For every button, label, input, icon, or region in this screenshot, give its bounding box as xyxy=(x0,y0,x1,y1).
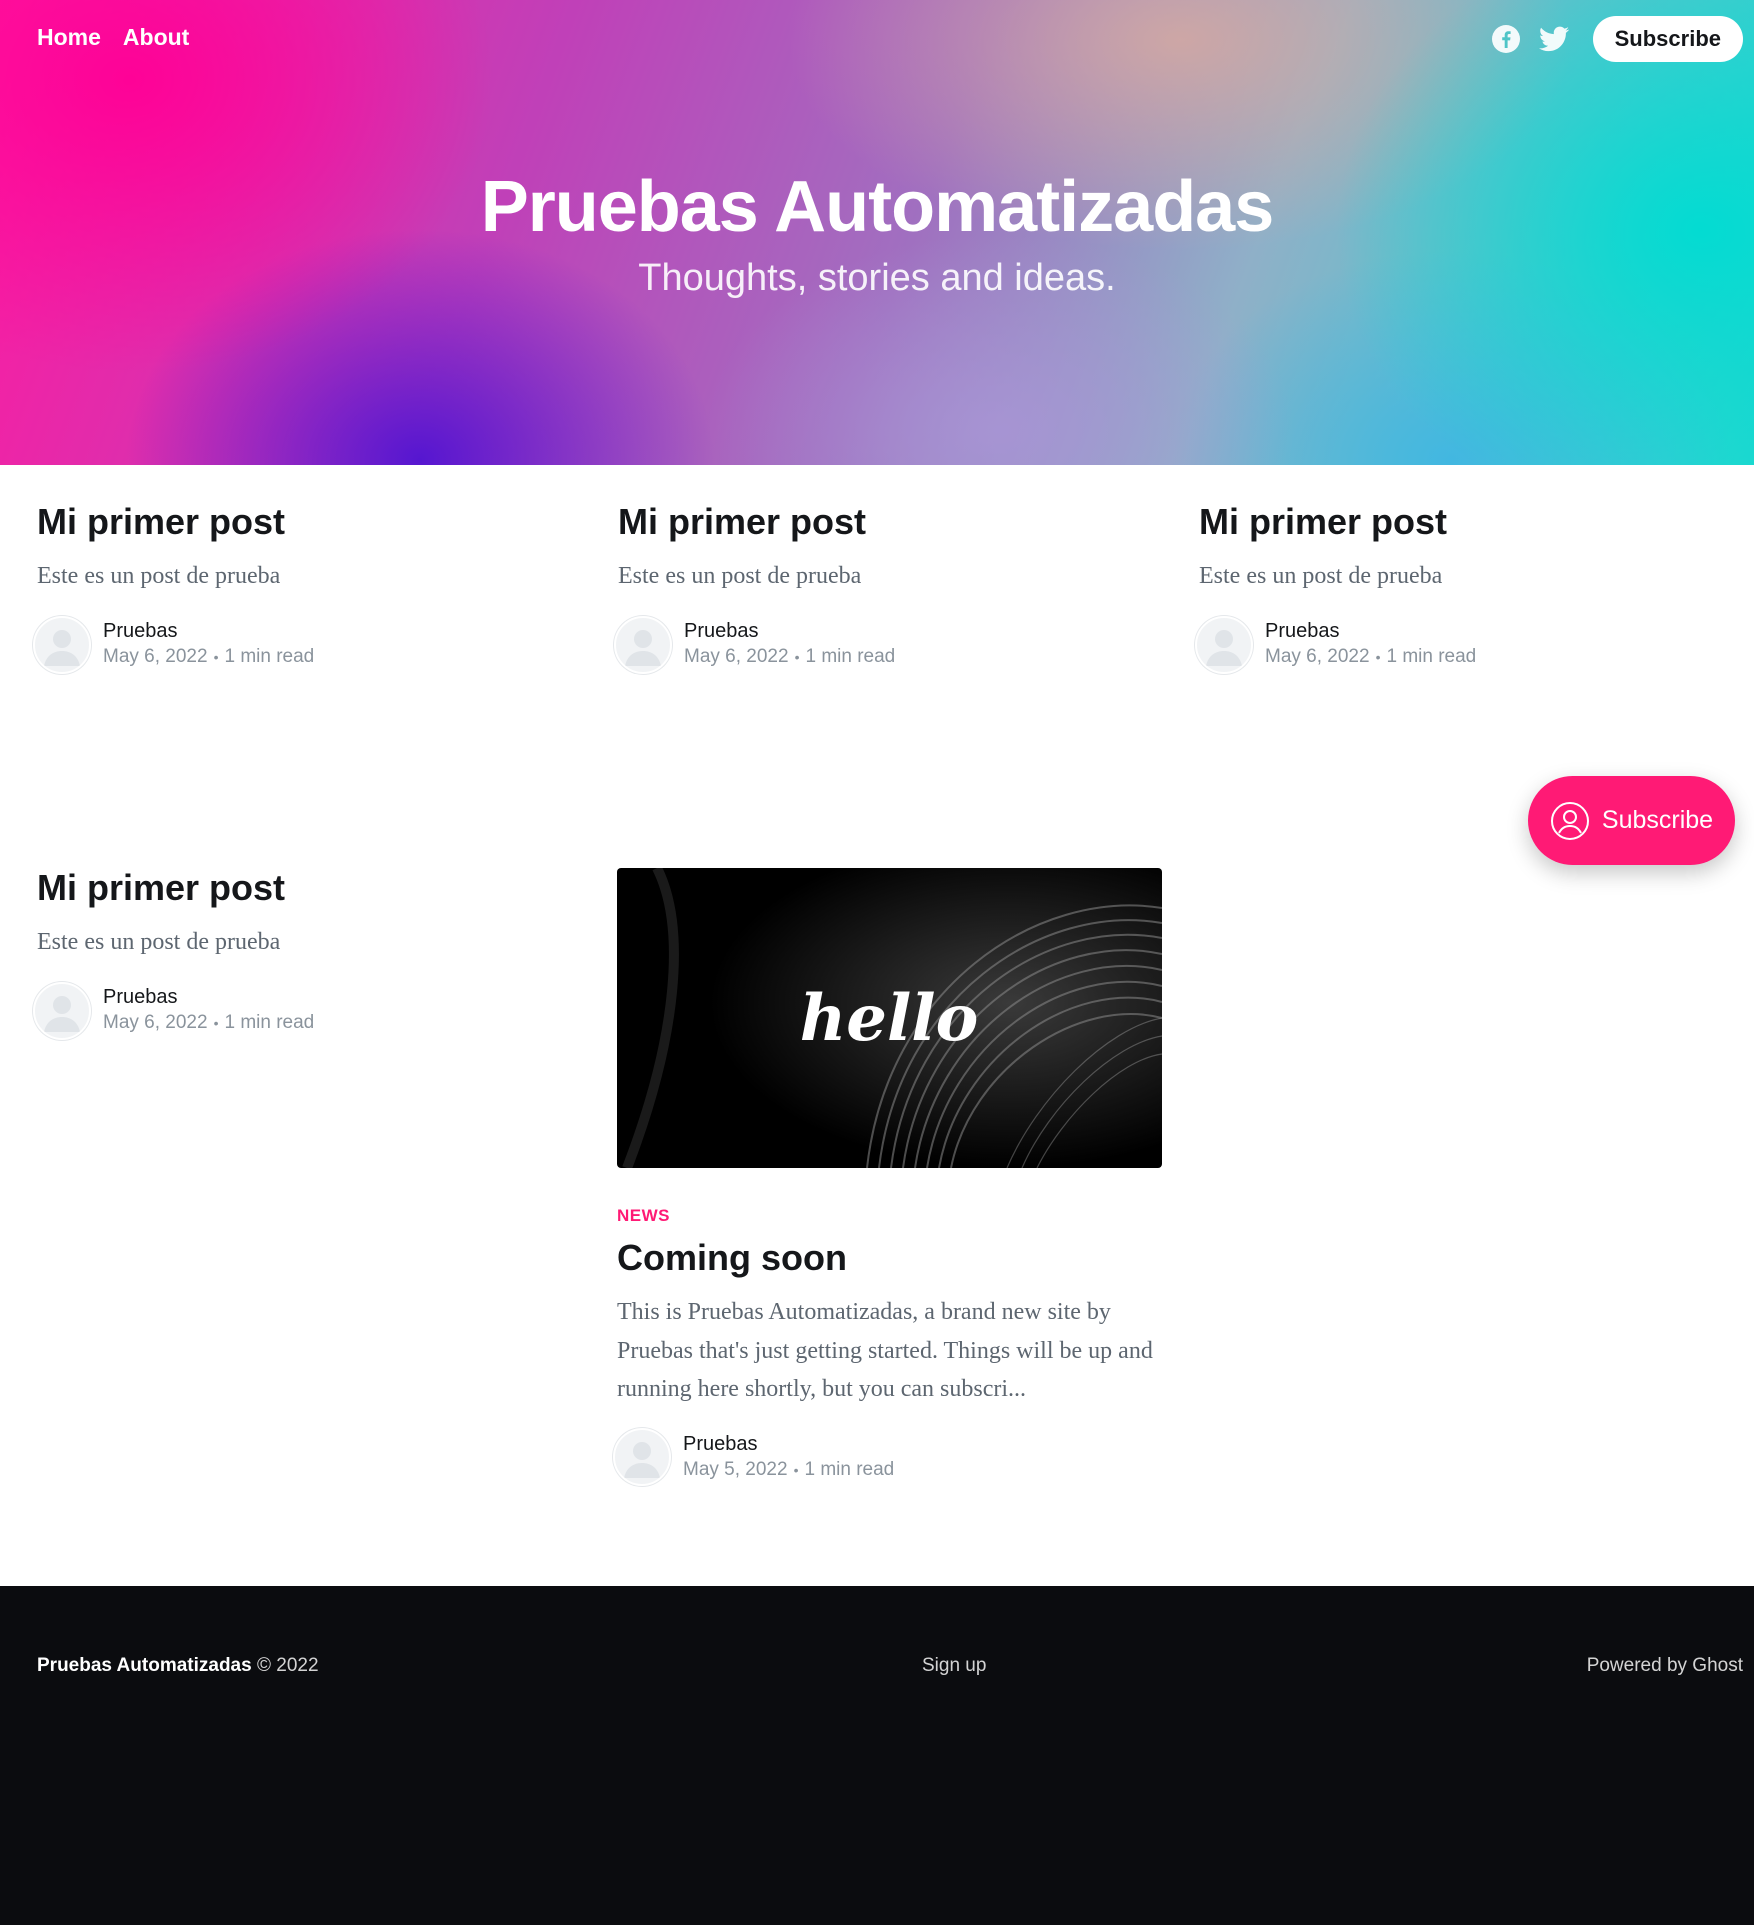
site-description: Thoughts, stories and ideas. xyxy=(638,257,1116,299)
post-date: May 6, 2022 xyxy=(103,1012,208,1034)
floating-subscribe-button[interactable]: Subscribe xyxy=(1528,776,1735,865)
post-meta: Pruebas May 6, 2022 • 1 min read xyxy=(1195,615,1744,674)
header-subscribe-button[interactable]: Subscribe xyxy=(1592,16,1743,62)
post-title[interactable]: Mi primer post xyxy=(37,866,582,909)
site-footer: Pruebas Automatizadas © 2022 Sign up Pow… xyxy=(0,1586,1754,1925)
site-title: Pruebas Automatizadas xyxy=(480,167,1275,247)
footer-site-link[interactable]: Pruebas Automatizadas xyxy=(37,1655,252,1676)
nav-home-link[interactable]: Home xyxy=(37,24,101,51)
author-name[interactable]: Pruebas xyxy=(103,984,314,1010)
separator-dot: • xyxy=(213,649,219,666)
separator-dot: • xyxy=(794,649,800,666)
separator-dot: • xyxy=(793,1462,799,1479)
reading-time: 1 min read xyxy=(224,1012,315,1034)
post-title[interactable]: Mi primer post xyxy=(618,500,1163,543)
separator-dot: • xyxy=(1375,649,1381,666)
nav-about-link[interactable]: About xyxy=(123,24,189,51)
post-date: May 6, 2022 xyxy=(684,646,789,668)
footer-signup-link[interactable]: Sign up xyxy=(922,1655,986,1677)
twitter-icon[interactable] xyxy=(1537,22,1571,56)
author-name[interactable]: Pruebas xyxy=(683,1431,894,1457)
author-avatar[interactable] xyxy=(1195,615,1253,674)
user-icon xyxy=(44,629,80,666)
facebook-icon[interactable] xyxy=(1489,22,1523,56)
reading-time: 1 min read xyxy=(805,646,896,668)
post-excerpt: This is Pruebas Automatizadas, a brand n… xyxy=(617,1299,1153,1402)
main-nav: Home About xyxy=(37,24,189,51)
author-avatar[interactable] xyxy=(613,1428,671,1487)
post-title[interactable]: Mi primer post xyxy=(1199,500,1744,543)
site-header: Home About Subscribe Pruebas Automatizad… xyxy=(0,0,1754,465)
reading-time: 1 min read xyxy=(1386,646,1477,668)
post-feature-image[interactable]: hello xyxy=(617,868,1162,1168)
footer-copyright: Pruebas Automatizadas © 2022 xyxy=(37,1655,319,1677)
post-date: May 6, 2022 xyxy=(1265,646,1370,668)
author-name[interactable]: Pruebas xyxy=(1265,618,1476,644)
post-date: May 6, 2022 xyxy=(103,646,208,668)
author-avatar[interactable] xyxy=(614,615,672,674)
hello-script-text: hello xyxy=(800,981,979,1056)
separator-dot: • xyxy=(213,1015,219,1032)
post-tag[interactable]: NEWS xyxy=(617,1206,1162,1226)
reading-time: 1 min read xyxy=(224,646,315,668)
header-actions: Subscribe xyxy=(1489,16,1743,62)
account-icon xyxy=(1550,801,1589,840)
featured-post-card[interactable]: hello NEWS Coming soon This is Pruebas A… xyxy=(613,868,1162,1487)
post-title[interactable]: Coming soon xyxy=(617,1236,1162,1279)
reading-time: 1 min read xyxy=(804,1459,895,1481)
author-name[interactable]: Pruebas xyxy=(684,618,895,644)
copyright-text: © 2022 xyxy=(256,1655,319,1676)
user-icon xyxy=(44,995,80,1032)
post-excerpt: Este es un post de prueba xyxy=(618,563,862,590)
post-title[interactable]: Mi primer post xyxy=(37,500,582,543)
post-meta: Pruebas May 5, 2022 • 1 min read xyxy=(613,1428,1162,1487)
post-card[interactable]: Mi primer post Este es un post de prueba… xyxy=(33,500,582,674)
post-meta: Pruebas May 6, 2022 • 1 min read xyxy=(614,615,1163,674)
post-card[interactable]: Mi primer post Este es un post de prueba… xyxy=(614,500,1163,674)
author-avatar[interactable] xyxy=(33,615,91,674)
post-meta: Pruebas May 6, 2022 • 1 min read xyxy=(33,615,582,674)
author-name[interactable]: Pruebas xyxy=(103,618,314,644)
post-date: May 5, 2022 xyxy=(683,1459,788,1481)
post-meta: Pruebas May 6, 2022 • 1 min read xyxy=(33,981,582,1040)
powered-by-ghost-link[interactable]: Powered by Ghost xyxy=(1587,1655,1743,1677)
post-card[interactable]: Mi primer post Este es un post de prueba… xyxy=(33,866,582,1040)
post-card[interactable]: Mi primer post Este es un post de prueba… xyxy=(1195,500,1744,674)
user-icon xyxy=(624,1442,660,1479)
author-avatar[interactable] xyxy=(33,981,91,1040)
post-excerpt: Este es un post de prueba xyxy=(37,563,281,590)
floating-subscribe-label: Subscribe xyxy=(1601,806,1714,834)
user-icon xyxy=(1206,629,1242,666)
user-icon xyxy=(625,629,661,666)
post-excerpt: Este es un post de prueba xyxy=(1199,563,1443,590)
post-excerpt: Este es un post de prueba xyxy=(37,929,281,956)
